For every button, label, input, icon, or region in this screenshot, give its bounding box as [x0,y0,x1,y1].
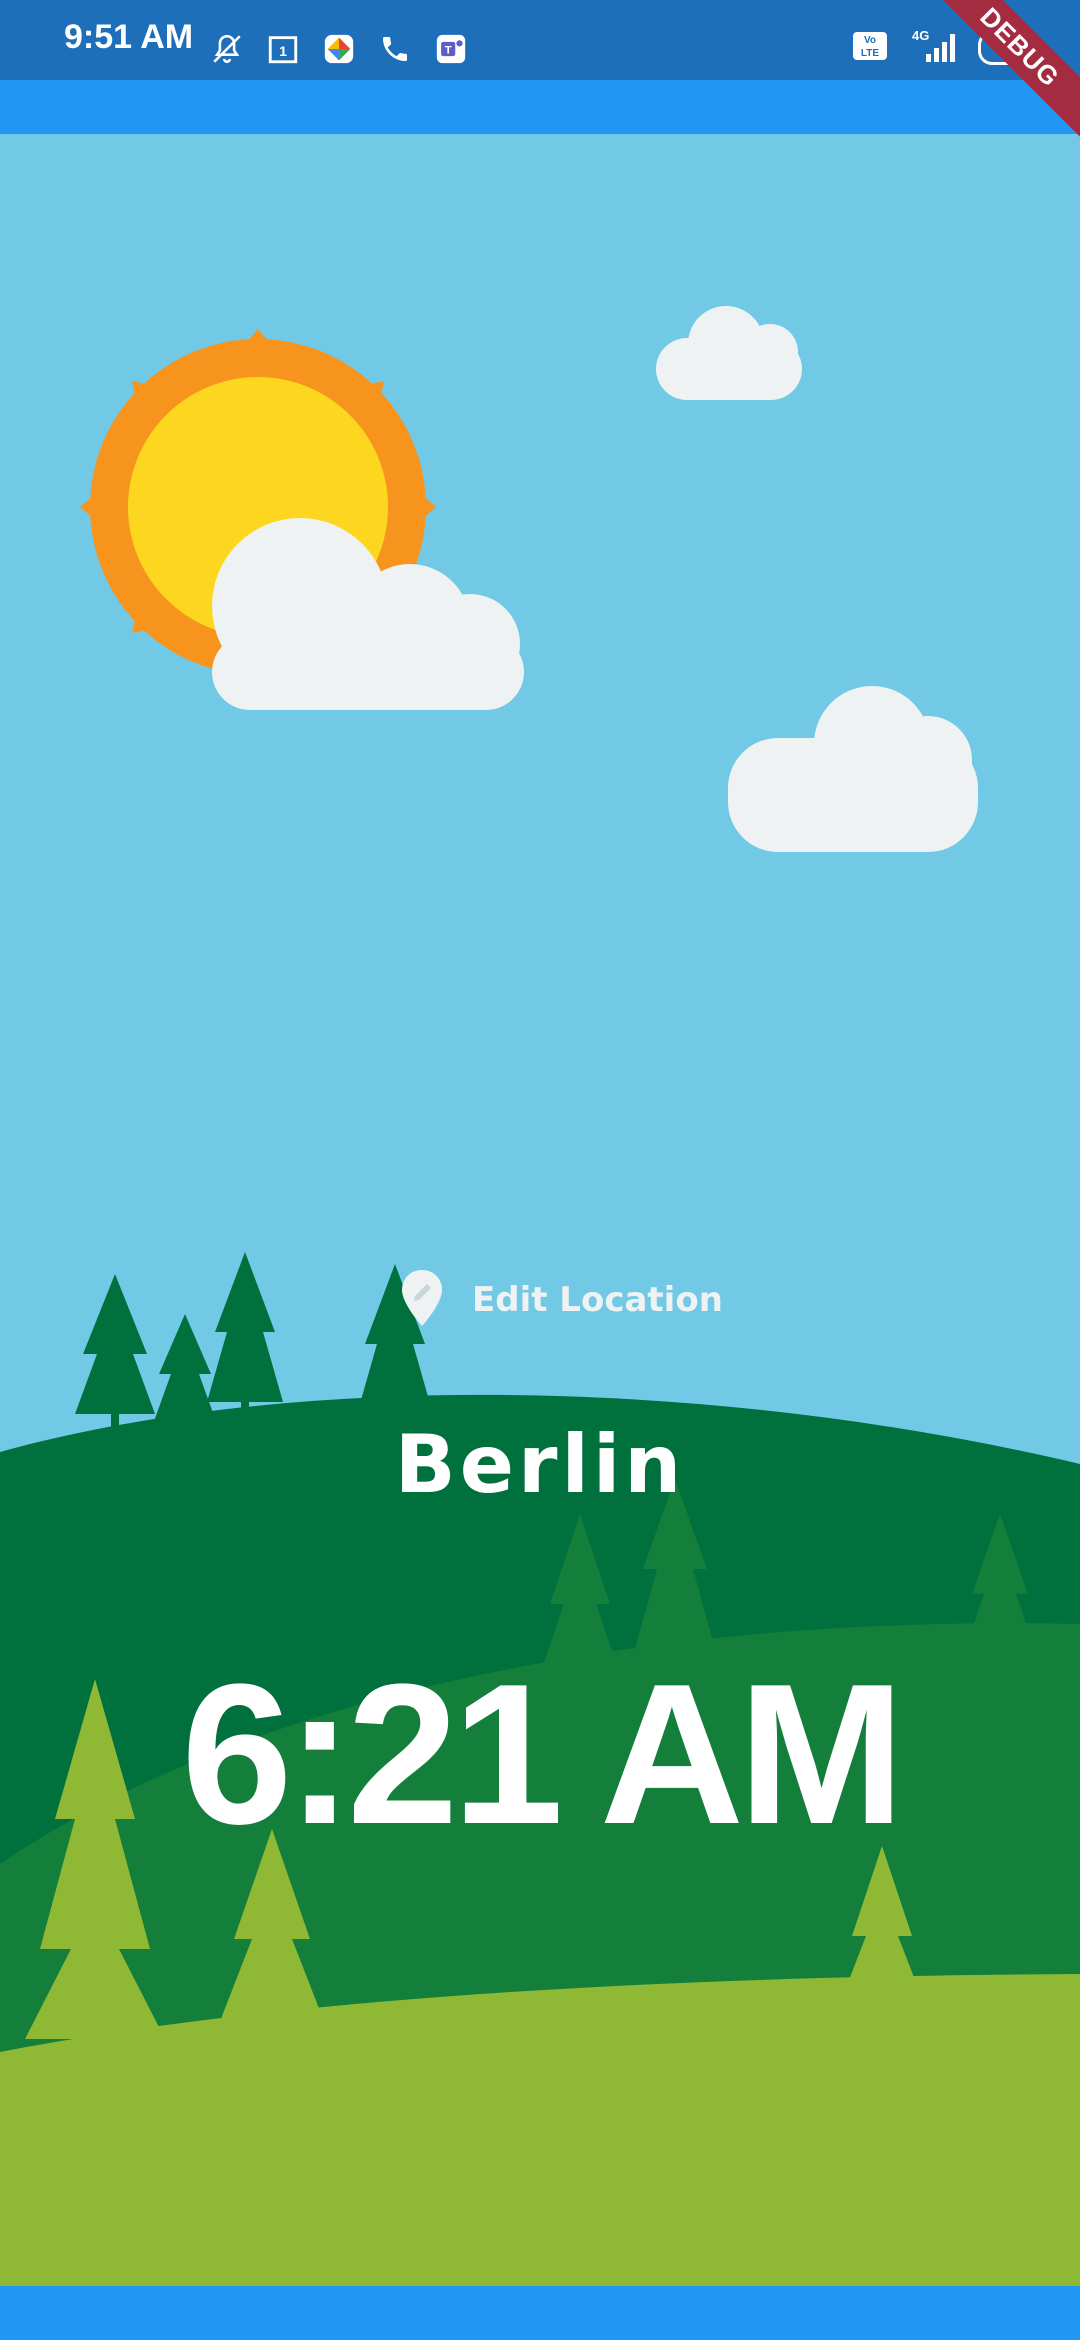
location-time: 6:21 AM [181,1643,904,1866]
status-bar: 9:51 AM 1 T VoLTE 4G 17 [0,0,1080,80]
app-bar [0,80,1080,134]
teams-icon: T [432,30,470,68]
edit-location-icon [400,1268,444,1332]
phone-icon [376,30,414,68]
bottom-bar [0,2286,1080,2340]
notification-icons: 1 T [208,30,470,70]
calendar-icon: 1 [264,30,302,68]
svg-text:1: 1 [279,44,287,60]
city-name: Berlin [394,1418,686,1511]
status-time: 9:51 AM [64,18,194,56]
svg-text:T: T [445,44,452,56]
network-type: 4G [912,28,929,43]
volte-icon: Vo LTE [852,31,888,65]
svg-text:LTE: LTE [861,48,879,59]
edit-location-label: Edit Location [472,1280,723,1320]
signal-icon: 4G [904,28,962,68]
edit-location-button[interactable]: Edit Location [400,1268,723,1332]
bell-off-icon [208,30,246,68]
landscape-illustration [0,134,1080,2286]
photos-icon [320,30,358,68]
svg-text:Vo: Vo [864,35,876,46]
landscape-background [0,134,1080,2286]
